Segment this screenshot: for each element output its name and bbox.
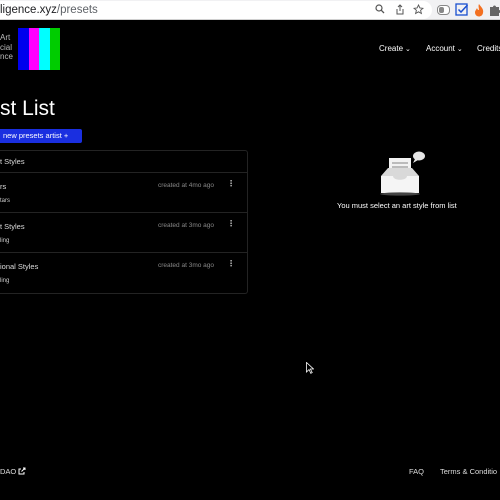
list-item-date: created at 3mo ago <box>157 262 214 269</box>
list-item[interactable]: t Styles created at 3mo ago ⋮ ling <box>0 213 248 253</box>
empty-state-message: You must select an art style from list <box>337 201 457 210</box>
list-item-tag: ling <box>0 278 10 284</box>
list-item-tag: tars <box>0 198 11 204</box>
list-item[interactable]: ional Styles created at 3mo ago ⋮ ling <box>0 253 248 293</box>
new-presets-artist-button[interactable]: new presets artist + <box>0 129 82 143</box>
logo-bar-blue <box>18 28 29 70</box>
logo-bar-green <box>49 28 60 70</box>
logo-bar-cyan <box>39 28 50 70</box>
empty-inbox-illustration <box>378 150 428 196</box>
external-link-icon <box>18 467 26 477</box>
search-icon[interactable] <box>373 4 387 18</box>
nav-create[interactable]: Create ⌄ <box>379 44 411 53</box>
nav-credits[interactable]: Credits <box>477 44 500 53</box>
footer-terms-link[interactable]: Terms & Conditio <box>440 467 497 476</box>
more-vertical-icon[interactable]: ⋮ <box>227 220 235 228</box>
browser-toolbar: ligence.xyz/presets <box>0 0 500 20</box>
list-item-date: created at 4mo ago <box>157 182 214 189</box>
logo-color-bars[interactable] <box>18 28 60 70</box>
logo-text[interactable]: Art cial nce <box>0 33 13 62</box>
art-style-list: t Styles rs created at 4mo ago ⋮ tars t … <box>0 150 248 294</box>
list-item-name: ional Styles <box>0 262 39 271</box>
footer-faq-link[interactable]: FAQ <box>409 467 424 476</box>
fire-icon[interactable] <box>473 3 487 17</box>
chevron-down-icon: ⌄ <box>456 46 463 53</box>
share-icon[interactable] <box>393 4 407 18</box>
list-item-name: rs <box>0 182 7 191</box>
list-item-date: created at 3mo ago <box>157 222 214 229</box>
page-title: st List <box>0 97 55 120</box>
bookmark-star-icon[interactable] <box>411 3 425 18</box>
address-bar[interactable]: ligence.xyz/presets <box>0 1 432 19</box>
logo-bar-magenta <box>28 28 39 70</box>
url-text[interactable]: ligence.xyz/presets <box>0 4 98 16</box>
list-header: t Styles <box>0 151 248 173</box>
more-vertical-icon[interactable]: ⋮ <box>227 180 235 188</box>
puzzle-icon[interactable] <box>489 3 500 17</box>
list-item-name: t Styles <box>0 222 25 231</box>
chevron-down-icon: ⌄ <box>405 46 411 53</box>
extension-icon[interactable] <box>437 5 450 15</box>
list-item[interactable]: rs created at 4mo ago ⋮ tars <box>0 173 248 213</box>
checklist-icon[interactable] <box>455 3 469 17</box>
nav-account[interactable]: Account ⌄ <box>426 44 463 53</box>
mouse-pointer-icon <box>306 361 315 374</box>
more-vertical-icon[interactable]: ⋮ <box>227 260 235 268</box>
list-item-tag: ling <box>0 238 10 244</box>
footer-dao-link[interactable]: DAO <box>0 467 26 477</box>
